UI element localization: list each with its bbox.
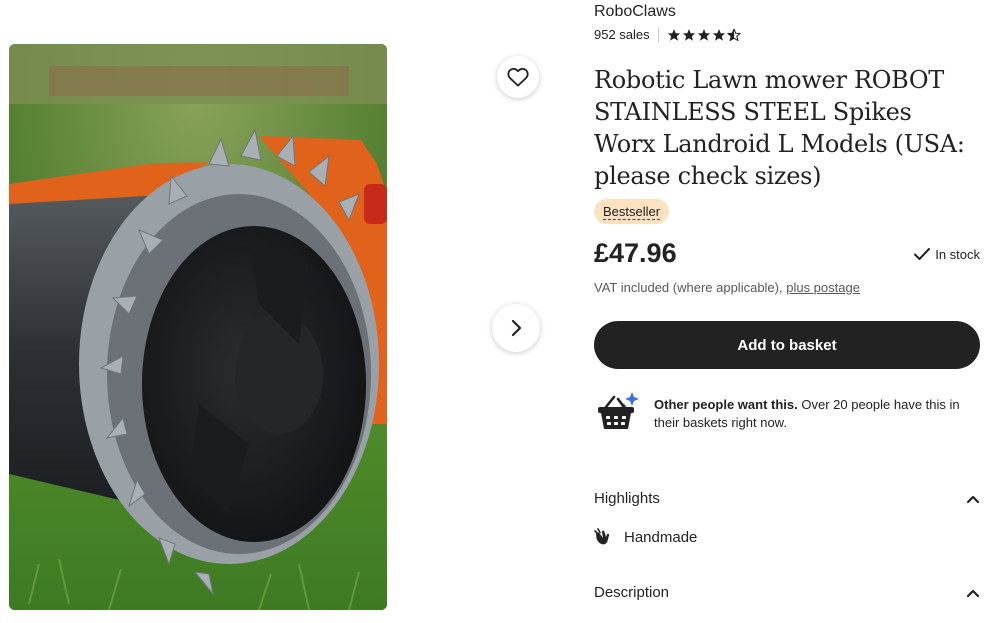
bestseller-badge[interactable]: Bestseller: [594, 199, 670, 224]
basket-icon: [598, 392, 639, 429]
postage-link[interactable]: plus postage: [786, 280, 860, 295]
product-photo-illustration: [9, 44, 387, 610]
demand-notice: Other people want this. Over 20 people h…: [594, 389, 980, 435]
star-half-icon: [727, 28, 741, 41]
vat-notice: VAT included (where applicable), plus po…: [594, 280, 860, 295]
next-image-button[interactable]: [492, 304, 540, 352]
product-image[interactable]: [9, 44, 387, 610]
stock-label: In stock: [935, 246, 980, 262]
demand-lead: Other people want this.: [654, 397, 798, 412]
star-icon: [667, 28, 680, 41]
shop-sales-rating: 952 sales: [594, 27, 741, 42]
highlights-section-toggle[interactable]: Highlights: [594, 490, 980, 507]
highlight-item: Handmade: [594, 528, 697, 546]
star-rating[interactable]: [667, 28, 741, 42]
chevron-up-icon: [966, 589, 980, 597]
divider: [657, 27, 659, 42]
star-icon: [682, 28, 695, 41]
highlights-heading: Highlights: [594, 490, 660, 507]
chevron-up-icon: [966, 495, 980, 503]
highlight-label: Handmade: [624, 528, 698, 546]
add-to-basket-button[interactable]: Add to basket: [594, 321, 980, 369]
description-heading: Description: [594, 584, 670, 601]
star-icon: [712, 28, 725, 41]
stock-status: In stock: [913, 246, 980, 262]
checkmark-icon: [914, 248, 931, 260]
sales-count: 952 sales: [594, 27, 650, 42]
product-title: Robotic Lawn mower ROBOT STAINLESS STEEL…: [594, 66, 965, 190]
description-section-toggle[interactable]: Description: [594, 584, 980, 601]
chevron-right-icon: [511, 319, 522, 337]
product-price: £47.96: [594, 238, 677, 268]
favourite-button[interactable]: [497, 56, 539, 98]
shop-name-link[interactable]: RoboClaws: [594, 3, 676, 21]
hand-icon: [594, 528, 610, 545]
vat-text: VAT included (where applicable),: [594, 280, 787, 295]
demand-text: Other people want this. Over 20 people h…: [654, 396, 980, 432]
heart-icon: [507, 67, 529, 87]
star-icon: [697, 28, 710, 41]
